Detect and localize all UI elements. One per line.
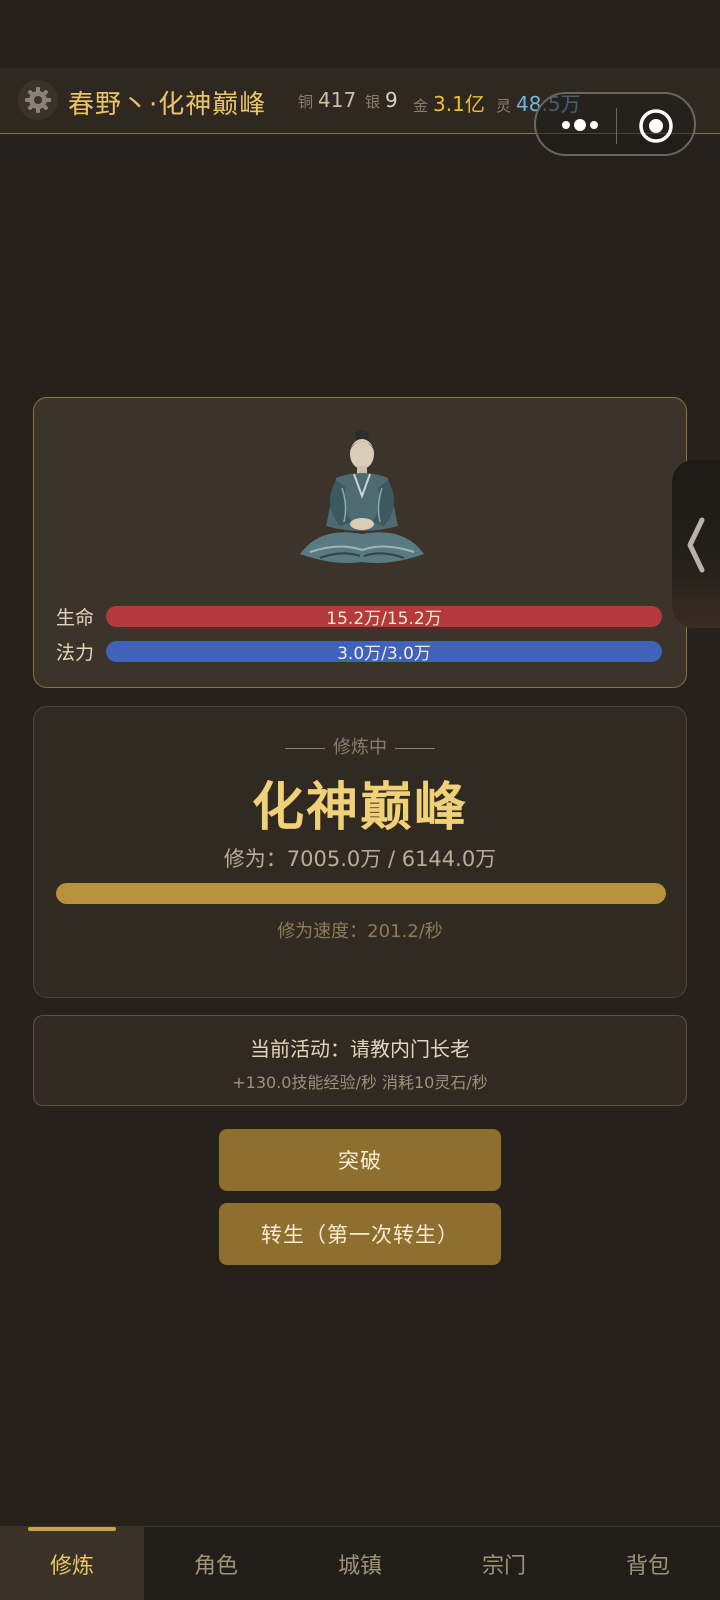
- nav-tab-character[interactable]: 角色: [144, 1527, 288, 1600]
- nav-tab-sect[interactable]: 宗门: [432, 1527, 576, 1600]
- chevron-left-icon: [684, 516, 708, 578]
- gold-label: 金: [413, 97, 429, 115]
- hp-bar: 15.2万/15.2万: [106, 606, 662, 629]
- gold-value: 3.1亿: [433, 92, 485, 116]
- silver-value: 9: [385, 88, 398, 112]
- activity-title: 当前活动：请教内门长老: [250, 1037, 470, 1061]
- status-line-right: [395, 747, 435, 749]
- breakthrough-button[interactable]: 突破: [219, 1129, 501, 1191]
- character-card: 生命 15.2万/15.2万 法力 3.0万/3.0万: [33, 397, 687, 688]
- silver-label: 银: [365, 93, 381, 111]
- mp-value: 3.0万/3.0万: [337, 644, 431, 664]
- miniprogram-capsule: [534, 92, 696, 156]
- more-dots-icon[interactable]: [558, 112, 602, 138]
- hp-label: 生命: [56, 607, 95, 629]
- rebirth-button[interactable]: 转生（第一次转生）: [219, 1203, 501, 1265]
- activity-card[interactable]: 当前活动：请教内门长老 +130.0技能经验/秒 消耗10灵石/秒: [33, 1015, 687, 1106]
- cultivation-status: 修炼中: [34, 733, 686, 759]
- activity-detail: +130.0技能经验/秒 消耗10灵石/秒: [232, 1073, 488, 1092]
- status-line-left: [285, 747, 325, 749]
- hp-row: 生命 15.2万/15.2万: [56, 603, 662, 630]
- gold-currency: 金 3.1亿: [413, 88, 485, 117]
- app-screen: 春野丶·化神巅峰 铜 417 银 9 金 3.1亿 灵 48.5万: [0, 0, 720, 1600]
- target-close-icon[interactable]: [638, 108, 674, 144]
- capsule-divider: [616, 108, 617, 144]
- side-drawer-tab[interactable]: [672, 460, 720, 628]
- player-name: 春野丶·化神巅峰: [68, 90, 267, 120]
- gear-icon[interactable]: [18, 80, 58, 120]
- mp-label: 法力: [56, 642, 95, 664]
- status-text: 修炼中: [333, 737, 387, 758]
- nav-tab-cultivate[interactable]: 修炼: [0, 1527, 144, 1600]
- realm-title: 化神巅峰: [251, 778, 468, 838]
- spirit-label: 灵: [496, 97, 512, 115]
- mp-row: 法力 3.0万/3.0万: [56, 638, 662, 665]
- hp-value: 15.2万/15.2万: [326, 609, 442, 629]
- nav-tab-bag[interactable]: 背包: [576, 1527, 720, 1600]
- copper-label: 铜: [298, 93, 314, 111]
- meditating-cultivator-avatar: [290, 426, 435, 571]
- mp-bar: 3.0万/3.0万: [106, 641, 662, 664]
- silver-currency: 银 9: [365, 88, 398, 112]
- copper-currency: 铜 417: [298, 88, 356, 112]
- bottom-nav: 修炼 角色 城镇 宗门 背包: [0, 1526, 720, 1600]
- cultivation-card: 修炼中 化神巅峰 修为：7005.0万 / 6144.0万 修为速度：201.2…: [33, 706, 687, 998]
- xiuwei-progress-bar: [56, 883, 666, 904]
- xiuwei-speed: 修为速度：201.2/秒: [277, 921, 443, 942]
- nav-tab-town[interactable]: 城镇: [288, 1527, 432, 1600]
- copper-value: 417: [318, 88, 357, 112]
- xiuwei-value: 修为：7005.0万 / 6144.0万: [223, 847, 497, 871]
- xiuwei-progress-fill: [56, 883, 666, 904]
